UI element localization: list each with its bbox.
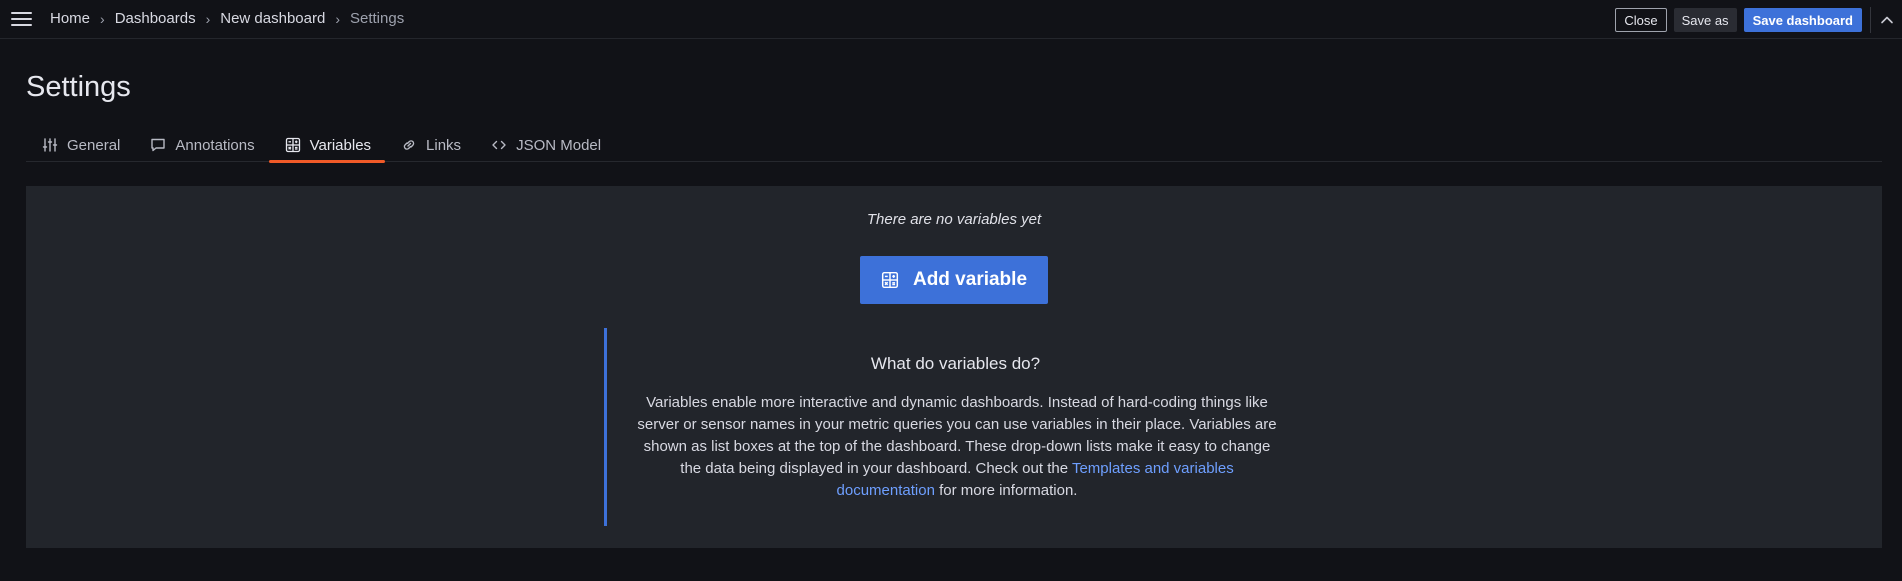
- tab-variables[interactable]: Variables: [268, 128, 386, 163]
- chevron-up-icon[interactable]: [1879, 12, 1895, 28]
- info-title: What do variables do?: [870, 354, 1041, 373]
- save-as-button[interactable]: Save as: [1673, 8, 1737, 32]
- info-body: Variables enable more interactive and dy…: [637, 392, 1277, 502]
- tab-label: Links: [426, 136, 462, 154]
- info-callout: What do variables do? Variables enable m…: [604, 328, 1304, 526]
- hamburger-menu-icon[interactable]: [11, 12, 32, 27]
- tab-label: Variables: [309, 136, 372, 154]
- breadcrumb-home[interactable]: Home: [50, 10, 90, 27]
- page-title: Settings: [26, 71, 131, 103]
- empty-state-message: There are no variables yet: [866, 211, 1042, 228]
- breadcrumb: Home › Dashboards › New dashboard › Sett…: [50, 10, 404, 27]
- tab-label: JSON Model: [516, 136, 602, 154]
- tab-annotations[interactable]: Annotations: [134, 128, 268, 162]
- breadcrumb-dashboards[interactable]: Dashboards: [115, 10, 196, 27]
- settings-tabs: General Annotations Variables Links JSON…: [26, 128, 1882, 163]
- calculator-icon: [285, 137, 301, 153]
- tab-label: General: [67, 136, 121, 154]
- tab-general[interactable]: General: [26, 128, 134, 162]
- code-brackets-icon: [491, 137, 507, 153]
- tab-links[interactable]: Links: [385, 128, 475, 162]
- close-button[interactable]: Close: [1615, 8, 1667, 32]
- info-text-end: for more information.: [934, 482, 1078, 499]
- sliders-icon: [42, 137, 58, 153]
- breadcrumb-separator-icon: ›: [335, 10, 340, 27]
- comment-icon: [150, 137, 166, 153]
- save-dashboard-button[interactable]: Save dashboard: [1743, 8, 1862, 32]
- breadcrumb-new-dashboard[interactable]: New dashboard: [220, 10, 325, 27]
- breadcrumb-settings: Settings: [350, 10, 405, 27]
- calculator-icon: [881, 271, 899, 289]
- add-variable-label: Add variable: [912, 269, 1028, 290]
- tab-label: Annotations: [175, 136, 255, 154]
- link-icon: [401, 137, 417, 153]
- tab-json-model[interactable]: JSON Model: [475, 128, 615, 162]
- top-bar: Home › Dashboards › New dashboard › Sett…: [0, 0, 1902, 39]
- variables-panel: There are no variables yet Add variable …: [26, 186, 1882, 548]
- add-variable-button[interactable]: Add variable: [860, 256, 1048, 304]
- breadcrumb-separator-icon: ›: [100, 10, 105, 27]
- top-actions: Close Save as Save dashboard: [1615, 7, 1902, 33]
- toolbar-divider: [1870, 7, 1871, 33]
- breadcrumb-separator-icon: ›: [205, 10, 211, 27]
